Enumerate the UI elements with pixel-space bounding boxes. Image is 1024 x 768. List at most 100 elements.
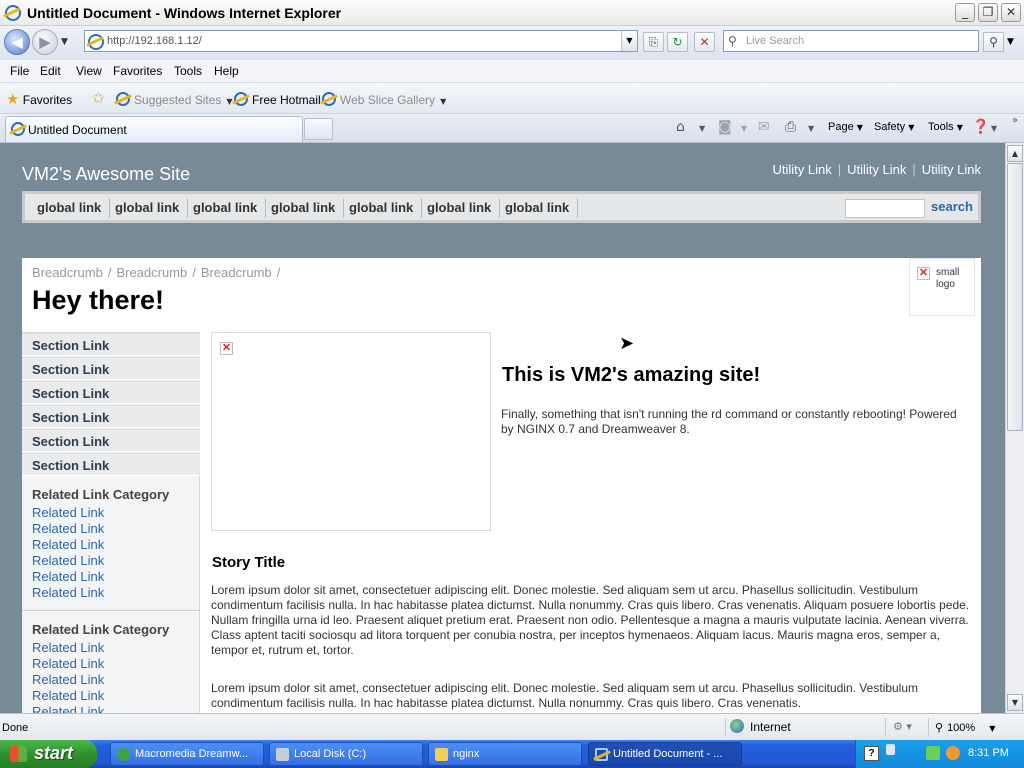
related-link[interactable]: Related Link bbox=[32, 585, 104, 600]
address-bar[interactable]: http://192.168.1.12/ ▼ bbox=[84, 30, 638, 52]
global-link[interactable]: global link bbox=[259, 198, 345, 218]
minimize-button[interactable]: _ bbox=[955, 3, 975, 22]
section-link[interactable]: Section Link bbox=[22, 429, 200, 452]
maximize-button[interactable]: ❐ bbox=[978, 3, 998, 22]
zoom-level[interactable]: ⚲ 100% ▼ bbox=[935, 721, 995, 734]
protected-mode-icon[interactable]: ⚙ ▾ bbox=[893, 720, 912, 733]
related-link[interactable]: Related Link bbox=[32, 672, 104, 687]
breadcrumb-link[interactable]: Breadcrumb bbox=[32, 265, 103, 280]
tab-untitled-document[interactable]: Untitled Document bbox=[5, 116, 303, 142]
section-link[interactable]: Section Link bbox=[22, 381, 200, 404]
chevron-right-icon[interactable]: » bbox=[1012, 115, 1018, 126]
live-search-field[interactable]: ⚲ Live Search bbox=[723, 30, 979, 52]
task-internet-explorer[interactable]: Untitled Document - ... bbox=[588, 742, 742, 766]
home-icon[interactable]: ⌂ bbox=[676, 119, 685, 135]
section-link[interactable]: Section Link bbox=[22, 357, 200, 380]
related-link[interactable]: Related Link bbox=[32, 656, 104, 671]
favorite-suggested-sites[interactable]: Suggested Sites ▼ bbox=[116, 92, 233, 107]
favorite-web-slice-gallery[interactable]: Web Slice Gallery ▼ bbox=[322, 92, 446, 107]
section-link[interactable]: Section Link bbox=[22, 405, 200, 428]
rss-feed-icon[interactable]: ◙ bbox=[718, 119, 732, 135]
help-icon[interactable]: ? bbox=[864, 746, 879, 761]
network-icon[interactable] bbox=[926, 746, 940, 760]
global-link[interactable]: global link bbox=[493, 198, 579, 218]
security-zone[interactable]: Internet bbox=[730, 719, 791, 734]
start-button[interactable]: start bbox=[0, 740, 97, 768]
chevron-down-icon[interactable]: ▼ bbox=[991, 124, 997, 133]
chevron-down-icon[interactable]: ▼ bbox=[699, 124, 705, 133]
language-icon[interactable] bbox=[886, 744, 895, 755]
new-tab-button[interactable] bbox=[304, 118, 333, 140]
stop-button[interactable]: ✕ bbox=[694, 32, 715, 52]
related-link[interactable]: Related Link bbox=[32, 704, 104, 713]
menu-help[interactable]: Help bbox=[214, 64, 239, 78]
read-mail-icon[interactable]: ✉ bbox=[758, 119, 770, 135]
hero-heading: This is VM2's amazing site! bbox=[502, 364, 761, 386]
back-button[interactable]: ◀ bbox=[4, 29, 30, 55]
global-link[interactable]: global link bbox=[415, 198, 501, 218]
task-nginx-folder[interactable]: nginx bbox=[428, 742, 582, 766]
menu-edit[interactable]: Edit bbox=[40, 64, 61, 78]
scrollbar-thumb[interactable] bbox=[1007, 163, 1023, 431]
forward-button[interactable]: ▶ bbox=[32, 29, 58, 55]
scroll-up-button[interactable]: ▲ bbox=[1007, 145, 1023, 162]
search-tray-icon[interactable] bbox=[946, 746, 960, 760]
related-link[interactable]: Related Link bbox=[32, 569, 104, 584]
task-dreamweaver[interactable]: Macromedia Dreamw... bbox=[110, 742, 264, 766]
search-go-button[interactable]: ⚲ bbox=[983, 32, 1004, 52]
recent-pages-dropdown[interactable]: ▼ bbox=[61, 37, 68, 47]
page-menu[interactable]: Page ▼ bbox=[828, 121, 863, 133]
related-link-category: Related Link Category bbox=[32, 487, 170, 502]
tools-menu[interactable]: Tools ▼ bbox=[928, 121, 963, 133]
related-link[interactable]: Related Link bbox=[32, 640, 104, 655]
chevron-down-icon[interactable]: ▼ bbox=[808, 124, 814, 133]
breadcrumb-link[interactable]: Breadcrumb bbox=[201, 265, 272, 280]
related-link[interactable]: Related Link bbox=[32, 537, 104, 552]
utility-link[interactable]: Utility Link bbox=[847, 162, 906, 177]
chevron-down-icon[interactable]: ▼ bbox=[741, 124, 747, 133]
related-link[interactable]: Related Link bbox=[32, 688, 104, 703]
utility-link[interactable]: Utility Link bbox=[922, 162, 981, 177]
story-paragraph: Lorem ipsum dolor sit amet, consectetuer… bbox=[211, 583, 970, 657]
refresh-button[interactable]: ↻ bbox=[667, 32, 688, 52]
global-link[interactable]: global link bbox=[337, 198, 423, 218]
globe-icon bbox=[730, 719, 744, 733]
related-link[interactable]: Related Link bbox=[32, 505, 104, 520]
scroll-down-button[interactable]: ▼ bbox=[1007, 694, 1023, 711]
search-icon: ⚲ bbox=[728, 34, 737, 48]
add-to-favorites-bar-button[interactable]: ✩ bbox=[92, 89, 105, 107]
global-link[interactable]: global link bbox=[181, 198, 267, 218]
favorites-button[interactable]: ★ Favorites bbox=[6, 90, 72, 108]
site-search-button[interactable]: search bbox=[931, 199, 973, 214]
menu-tools[interactable]: Tools bbox=[174, 64, 202, 78]
menu-favorites[interactable]: Favorites bbox=[113, 64, 162, 78]
sidebar: Section Link Section Link Section Link S… bbox=[22, 332, 200, 713]
favorites-bar: ★ Favorites ✩ Suggested Sites ▼ Free Hotm… bbox=[0, 83, 1024, 114]
zone-label: Internet bbox=[750, 720, 791, 734]
task-local-disk[interactable]: Local Disk (C:) bbox=[269, 742, 423, 766]
related-link[interactable]: Related Link bbox=[32, 521, 104, 536]
related-link[interactable]: Related Link bbox=[32, 553, 104, 568]
safety-menu[interactable]: Safety ▼ bbox=[874, 121, 914, 133]
global-link[interactable]: global link bbox=[25, 198, 111, 218]
search-options-dropdown[interactable]: ▼ bbox=[1007, 37, 1014, 47]
close-button[interactable]: ✕ bbox=[1001, 3, 1021, 22]
drive-icon bbox=[276, 748, 289, 761]
favorite-free-hotmail[interactable]: Free Hotmail bbox=[234, 92, 321, 107]
vertical-scrollbar[interactable]: ▲ ▼ bbox=[1005, 143, 1024, 713]
star-icon: ★ bbox=[6, 90, 20, 108]
menu-view[interactable]: View bbox=[76, 64, 102, 78]
print-icon[interactable]: ⎙ bbox=[785, 119, 796, 135]
site-search-input[interactable] bbox=[845, 199, 925, 218]
sidebar-divider bbox=[22, 610, 200, 611]
help-icon[interactable]: ❓ bbox=[972, 119, 989, 135]
menu-file[interactable]: File bbox=[10, 64, 29, 78]
section-link[interactable]: Section Link bbox=[22, 333, 200, 356]
global-link[interactable]: global link bbox=[103, 198, 189, 218]
address-dropdown-button[interactable]: ▼ bbox=[621, 31, 637, 51]
section-link[interactable]: Section Link bbox=[22, 453, 200, 476]
breadcrumb-link[interactable]: Breadcrumb bbox=[116, 265, 187, 280]
utility-link[interactable]: Utility Link bbox=[772, 162, 831, 177]
address-url[interactable]: http://192.168.1.12/ bbox=[107, 35, 202, 47]
compatibility-view-button[interactable]: ⎘ bbox=[643, 32, 664, 52]
